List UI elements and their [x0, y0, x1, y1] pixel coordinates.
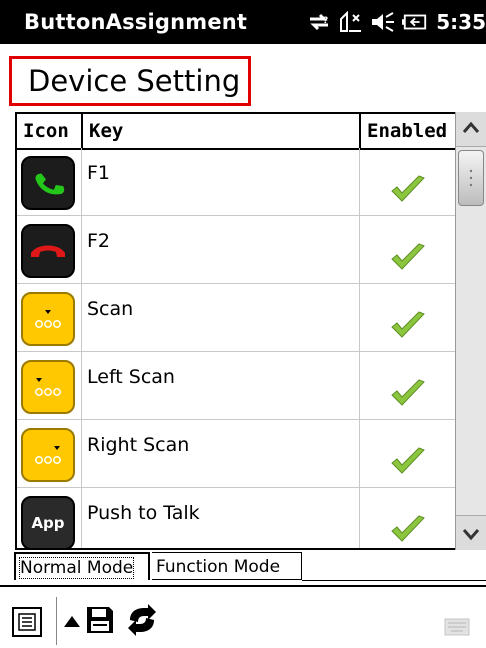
column-header-key[interactable]: Key [89, 114, 123, 148]
cell-divider [81, 420, 82, 487]
column-header-enabled[interactable]: Enabled [367, 114, 447, 148]
table-row[interactable]: Left Scan [17, 352, 468, 420]
app-icon-label: App [31, 514, 65, 532]
cell-divider [359, 488, 360, 548]
svg-text:?: ? [323, 16, 328, 26]
cell-divider [81, 216, 82, 283]
tab-label: Normal Mode [18, 557, 135, 579]
table-row[interactable]: F2 [17, 216, 468, 284]
column-header-icon[interactable]: Icon [23, 114, 69, 148]
app-title: ButtonAssignment [24, 10, 248, 34]
scan-icon [21, 292, 75, 346]
battery-icon[interactable] [402, 9, 428, 35]
scroll-thumb[interactable] [458, 150, 484, 206]
cell-divider [359, 148, 360, 215]
title-bar: ButtonAssignment ? 5:35 [0, 0, 486, 44]
cell-divider [81, 284, 82, 351]
cell-divider [359, 216, 360, 283]
tab-function-mode[interactable]: Function Mode [152, 552, 302, 580]
scroll-up-button[interactable] [456, 112, 486, 147]
save-icon[interactable] [84, 603, 116, 637]
table-row[interactable]: Right Scan [17, 420, 468, 488]
clock[interactable]: 5:35 [436, 10, 486, 34]
cell-divider [359, 352, 360, 419]
key-label: F2 [87, 230, 111, 252]
command-bar [0, 585, 486, 648]
vertical-scrollbar[interactable] [455, 112, 486, 550]
key-label: Right Scan [87, 434, 190, 456]
tab-label: Function Mode [156, 557, 281, 577]
checkmark-icon[interactable] [389, 309, 427, 341]
key-label: Push to Talk [87, 502, 200, 524]
button-assignment-table: Icon Key Enabled F1 F2 Scan Left Scan Ri… [15, 112, 470, 550]
cell-divider [359, 420, 360, 487]
phone-green-icon [21, 156, 75, 210]
refresh-icon[interactable] [122, 603, 162, 637]
keyboard-icon[interactable] [444, 617, 470, 637]
command-separator [56, 597, 57, 645]
right-scan-icon [21, 428, 75, 482]
checkmark-icon[interactable] [389, 173, 427, 205]
menu-icon[interactable] [12, 607, 42, 637]
table-row[interactable]: Scan [17, 284, 468, 352]
cell-divider [81, 488, 82, 548]
table-row[interactable]: F1 [17, 148, 468, 216]
table-rows: F1 F2 Scan Left Scan Right Scan App Push… [17, 148, 468, 548]
header-divider [359, 114, 361, 148]
checkmark-icon[interactable] [389, 445, 427, 477]
header-divider [81, 114, 83, 148]
scroll-down-button[interactable] [456, 515, 486, 550]
key-label: F1 [87, 162, 111, 184]
app-icon: App [21, 496, 75, 548]
signal-icon[interactable] [338, 9, 364, 35]
cell-divider [81, 352, 82, 419]
checkmark-icon[interactable] [389, 377, 427, 409]
checkmark-icon[interactable] [389, 513, 427, 545]
table-row[interactable]: App Push to Talk [17, 488, 468, 548]
left-scan-icon [21, 360, 75, 414]
heading-highlight-box: Device Setting [9, 56, 251, 106]
connectivity-icon[interactable]: ? [306, 9, 332, 35]
tab-normal-mode[interactable]: Normal Mode [14, 552, 150, 580]
table-header: Icon Key Enabled [17, 114, 468, 150]
cell-divider [359, 284, 360, 351]
tabs-baseline [302, 580, 486, 581]
checkmark-icon[interactable] [389, 241, 427, 273]
key-label: Left Scan [87, 366, 175, 388]
page-title: Device Setting [28, 64, 241, 98]
key-label: Scan [87, 298, 134, 320]
status-area: ? 5:35 [300, 0, 486, 44]
volume-icon[interactable] [370, 9, 396, 35]
mode-tabs: Normal Mode Function Mode [14, 552, 486, 582]
phone-red-icon [21, 224, 75, 278]
triangle-up-icon[interactable] [62, 611, 82, 631]
cell-divider [81, 148, 82, 215]
